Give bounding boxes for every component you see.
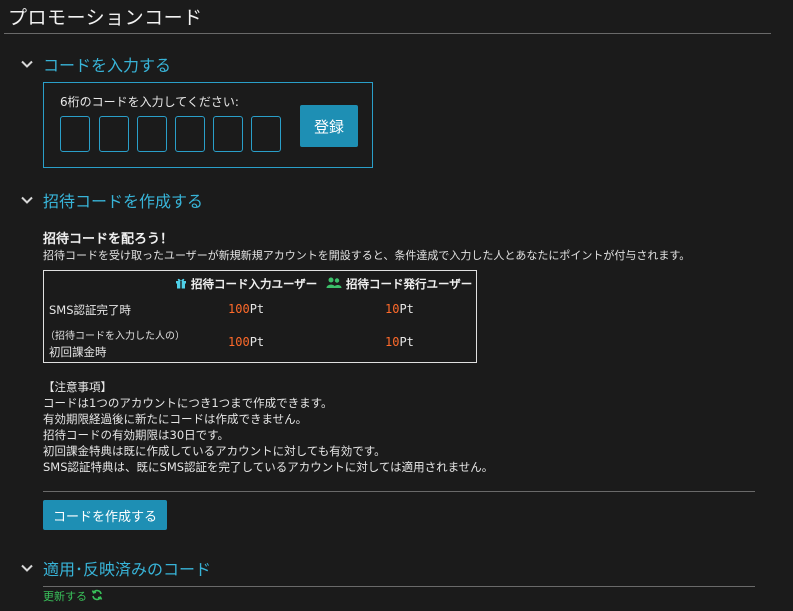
note-item: 招待コードの有効期限は30日です。 <box>43 428 229 442</box>
code-digit-1[interactable] <box>60 116 90 152</box>
section-create-code-heading: 招待コードを作成する <box>43 192 204 211</box>
refresh-label: 更新する <box>43 590 87 603</box>
points-unit: Pt <box>249 302 265 316</box>
column-header-input-user: 招待コード入力ユーザー <box>175 276 317 292</box>
note-item: 初回課金特典は既に作成しているアカウントに対しても有効です。 <box>43 444 386 458</box>
section-divider <box>43 491 755 492</box>
title-divider <box>4 33 771 34</box>
reward-table: 招待コード入力ユーザー 招待コード発行ユーザー SMS認証完了時 100Pt 1… <box>43 270 477 363</box>
points-value: 10 <box>385 302 400 316</box>
chevron-down-icon <box>20 57 34 71</box>
issuer-user-points-sms: 10Pt <box>385 302 414 316</box>
chevron-down-icon <box>20 561 34 575</box>
points-value: 10 <box>385 335 400 349</box>
notes-heading: 【注意事項】 <box>43 380 112 394</box>
gift-icon <box>175 277 187 292</box>
section-create-code-toggle[interactable]: 招待コードを作成する <box>20 188 203 212</box>
points-unit: Pt <box>249 335 265 349</box>
column-header-issuer-user-label: 招待コード発行ユーザー <box>346 277 473 291</box>
issuer-user-points-first-charge: 10Pt <box>385 335 414 349</box>
create-code-button[interactable]: コードを作成する <box>43 500 167 530</box>
column-header-input-user-label: 招待コード入力ユーザー <box>191 277 318 291</box>
row-sublabel-first-charge: （招待コードを入力した人の） <box>45 331 185 342</box>
section-divider <box>43 586 755 587</box>
section-applied-codes-heading: 適用･反映済みのコード <box>43 560 212 579</box>
points-unit: Pt <box>399 335 414 349</box>
column-header-issuer-user: 招待コード発行ユーザー <box>326 276 472 292</box>
users-icon <box>326 277 342 292</box>
page-title: プロモーションコード <box>8 7 203 29</box>
chevron-down-icon <box>20 193 34 207</box>
register-button[interactable]: 登録 <box>300 105 358 147</box>
note-item: 有効期限経過後に新たにコードは作成できません。 <box>43 412 308 426</box>
code-digit-5[interactable] <box>213 116 243 152</box>
code-entry-box: 6桁のコードを入力してください: 登録 <box>43 82 373 168</box>
note-item: コードは1つのアカウントにつき1つまで作成できます。 <box>43 396 333 410</box>
section-enter-code-toggle[interactable]: コードを入力する <box>20 52 171 76</box>
invite-title: 招待コードを配ろう！ <box>43 232 174 247</box>
points-value: 100 <box>228 302 250 316</box>
code-prompt: 6桁のコードを入力してください: <box>60 95 239 109</box>
points-unit: Pt <box>399 302 414 316</box>
notes-block: 【注意事項】 コードは1つのアカウントにつき1つまで作成できます。 有効期限経過… <box>43 379 493 475</box>
section-enter-code-heading: コードを入力する <box>43 56 172 75</box>
code-digit-4[interactable] <box>175 116 205 152</box>
refresh-icon <box>91 589 103 604</box>
input-user-points-sms: 100Pt <box>228 302 264 316</box>
code-digit-3[interactable] <box>137 116 167 152</box>
refresh-link[interactable]: 更新する <box>43 588 103 604</box>
input-user-points-first-charge: 100Pt <box>228 335 264 349</box>
code-digit-2[interactable] <box>99 116 129 152</box>
row-label-first-charge: 初回課金時 <box>49 345 107 359</box>
invite-description: 招待コードを受け取ったユーザーが新規新規アカウントを開設すると、条件達成で入力し… <box>43 249 691 262</box>
code-digit-6[interactable] <box>251 116 281 152</box>
section-applied-codes-toggle[interactable]: 適用･反映済みのコード <box>20 556 211 580</box>
note-item: SMS認証特典は、既にSMS認証を完了しているアカウントに対しては適用されません… <box>43 460 494 474</box>
row-label-sms: SMS認証完了時 <box>49 303 132 317</box>
points-value: 100 <box>228 335 250 349</box>
